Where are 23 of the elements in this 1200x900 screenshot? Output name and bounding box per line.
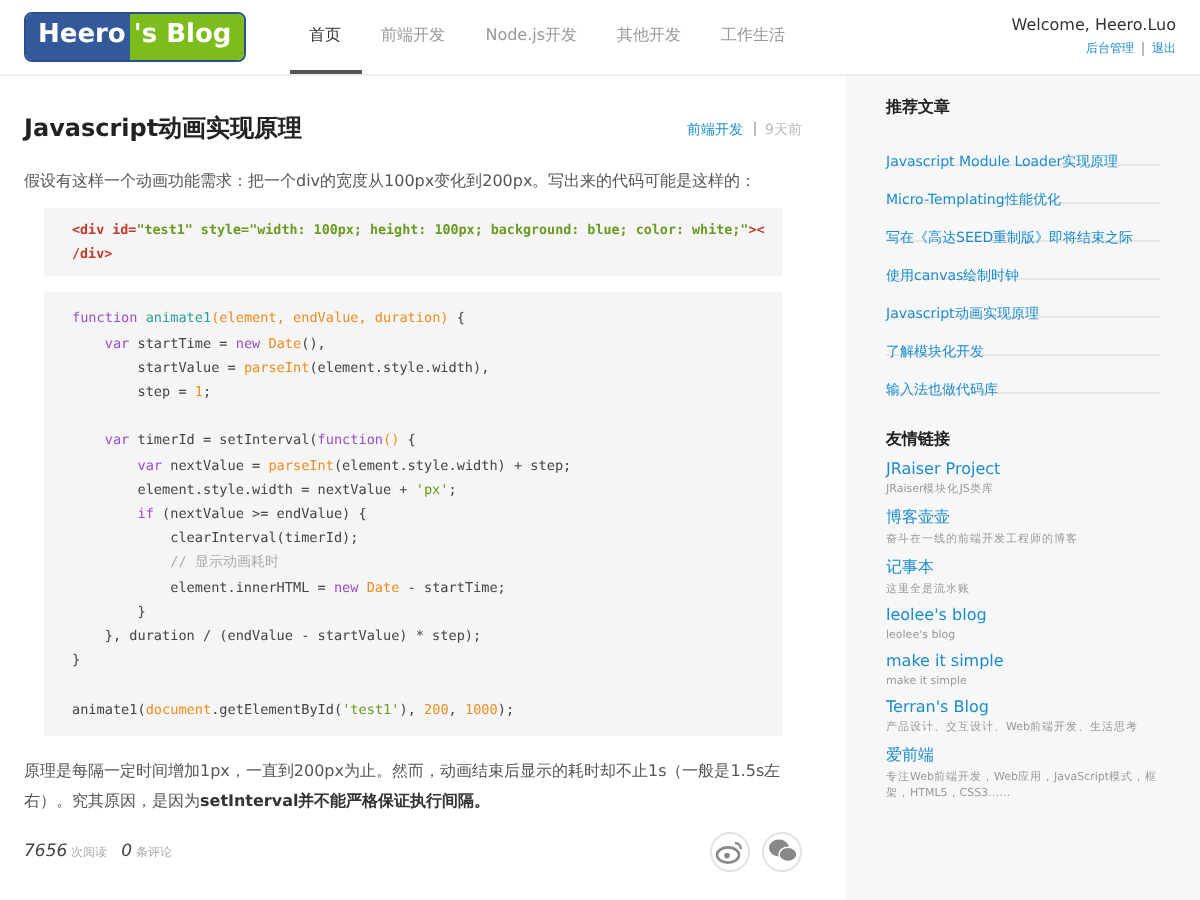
wechat-share-button[interactable] — [762, 831, 802, 872]
nav-tab[interactable]: Node.js开发 — [465, 0, 598, 74]
welcome-text: Welcome, Heero.Luo — [1011, 16, 1176, 34]
friend-link[interactable]: 爱前端 — [886, 744, 934, 766]
article-title: Javascript动画实现原理 — [24, 112, 303, 146]
friend-link[interactable]: 记事本 — [886, 556, 934, 578]
section-heading: 推荐文章 — [886, 96, 952, 118]
friend-link[interactable]: 博客壶壶 — [886, 506, 950, 528]
logo[interactable]: Heero 's Blog — [24, 12, 246, 62]
friend-link[interactable]: make it simple — [886, 652, 1004, 670]
paragraph: 原理是每隔一定时间增加1px，一直到200px为止。然而，动画结束后显示的耗时却不止1s（一般是1.5s左右）。究其原因，是因为setInterval并不能严格保证执行间隔。 — [24, 759, 783, 814]
nav-tab[interactable]: 前端开发 — [361, 0, 466, 74]
nav-tab[interactable]: 首页 — [289, 0, 362, 74]
friend-link[interactable]: Terran's Blog — [886, 698, 989, 716]
section-heading: 友情链接 — [886, 428, 952, 450]
paragraph: 假设有这样一个动画功能需求：把一个div的宽度从100px变化到200px。写出来的代码可能是这样的： — [24, 170, 759, 194]
nav-tab[interactable]: 其他开发 — [597, 0, 702, 74]
read-count: 7656 — [24, 841, 68, 862]
nav-tab[interactable]: 工作生活 — [701, 0, 806, 74]
friend-link[interactable]: JRaiser Project — [886, 460, 1001, 478]
comment-count: 0 — [121, 841, 133, 862]
friend-link[interactable]: leolee's blog — [886, 606, 987, 624]
weibo-share-button[interactable] — [710, 831, 750, 872]
